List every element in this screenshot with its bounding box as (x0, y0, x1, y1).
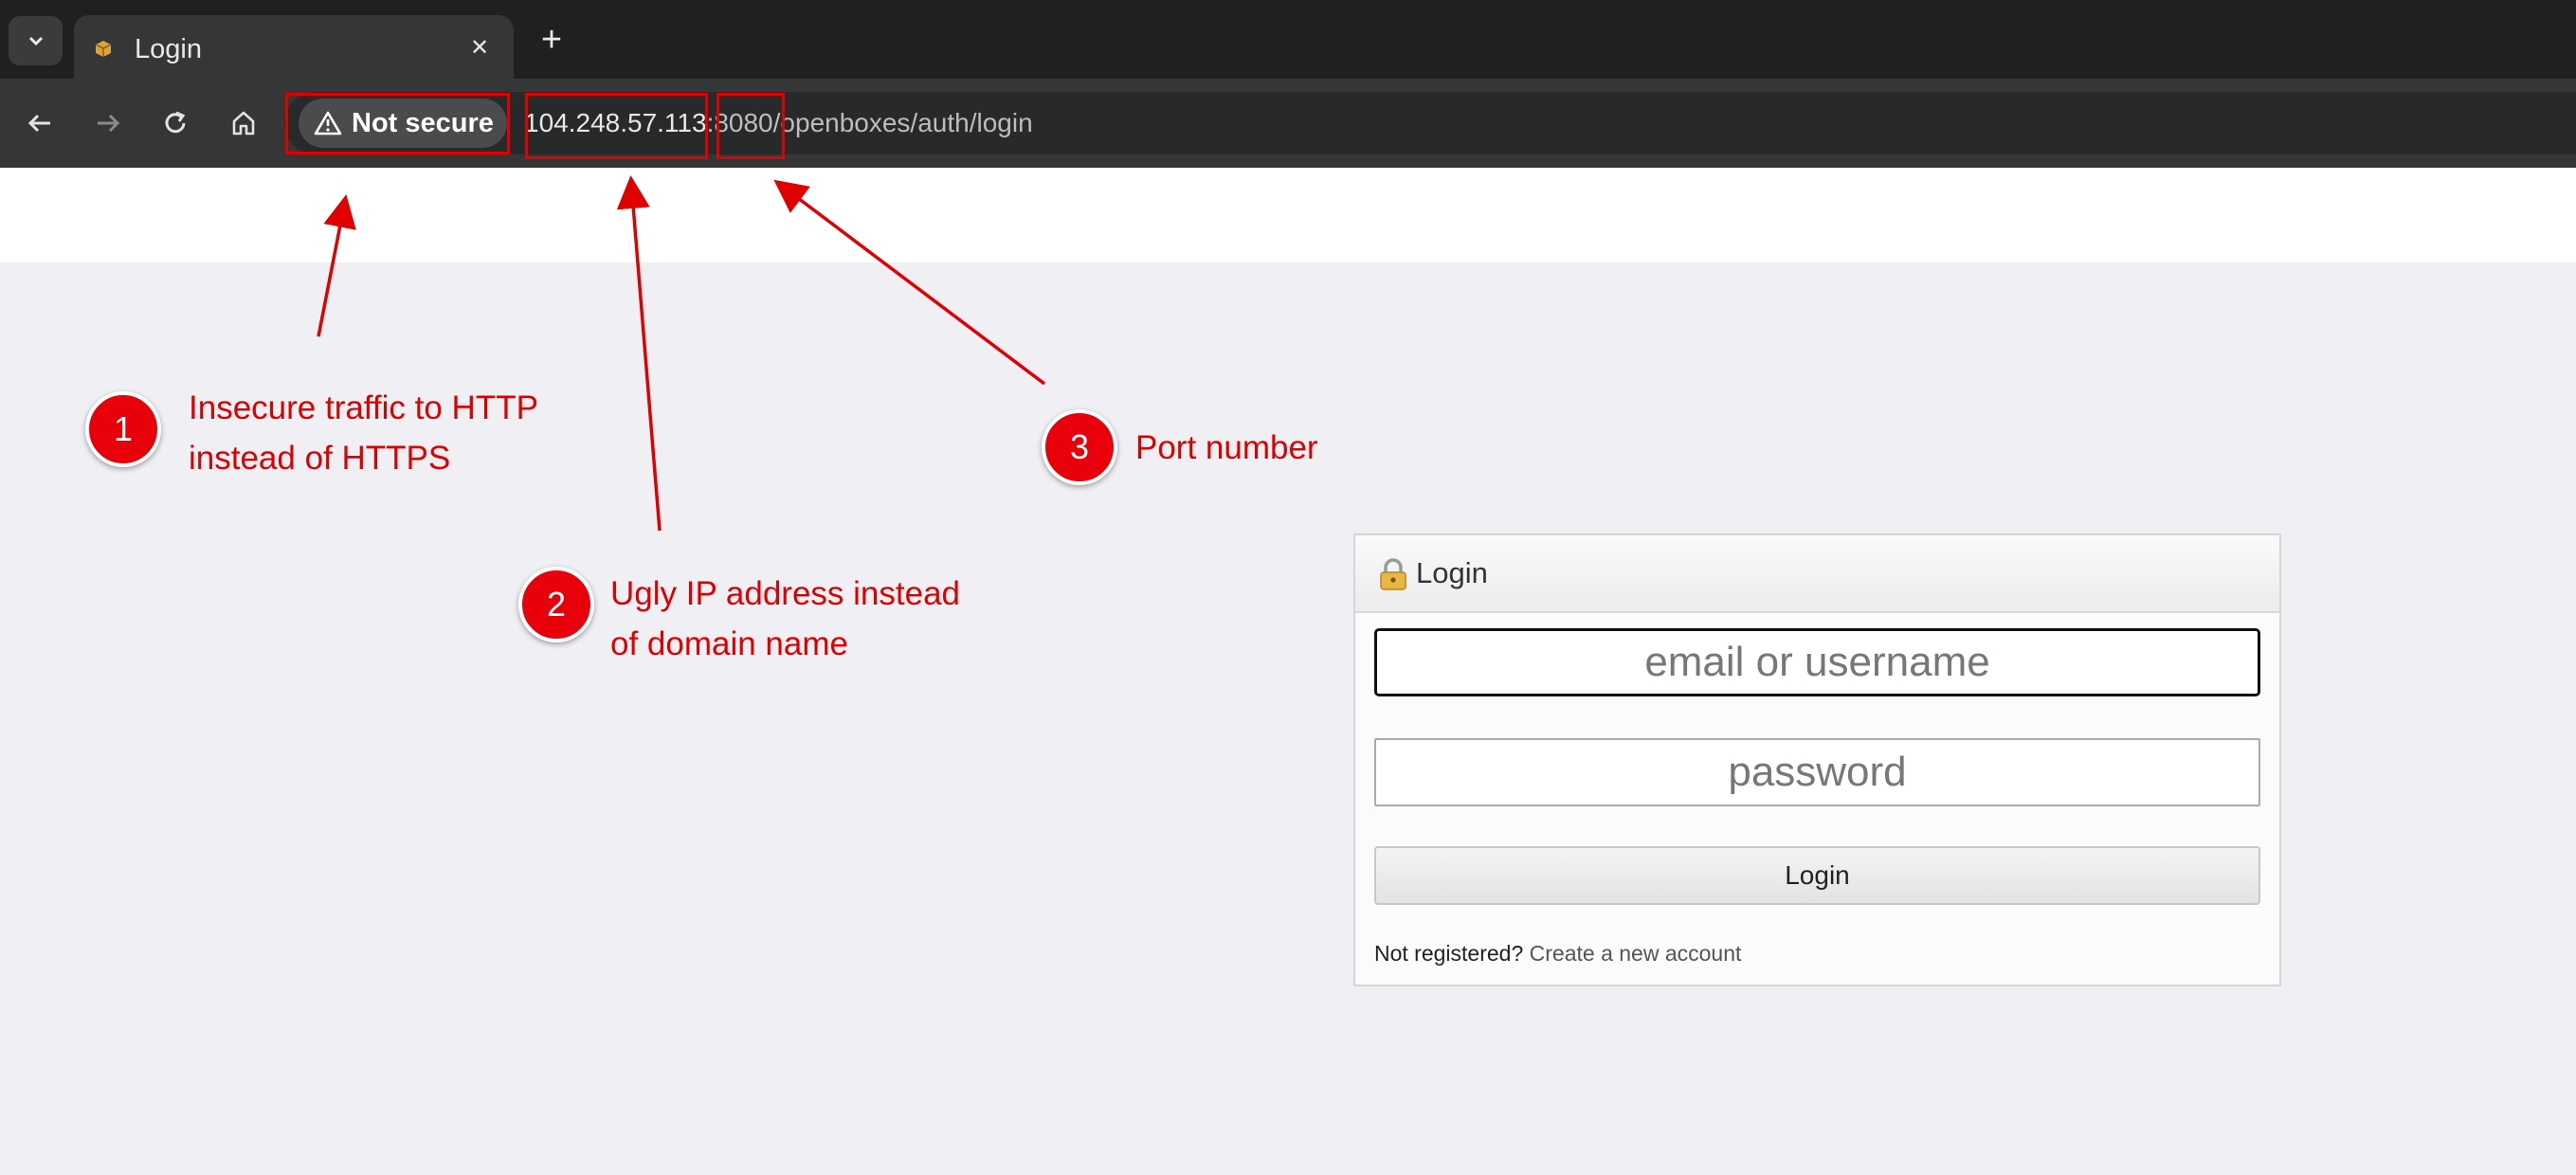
annotation-note-1-line-1: Insecure traffic to HTTP (189, 389, 538, 426)
arrow-2 (616, 175, 662, 532)
annotation-badge-1: 1 (85, 391, 161, 467)
annotation-note-1: Insecure traffic to HTTP instead of HTTP… (189, 383, 538, 483)
arrow-1 (317, 194, 356, 337)
annotation-note-3: Port number (1135, 423, 1318, 473)
annotation-note-3-line-1: Port number (1135, 429, 1318, 466)
annotation-badge-3: 3 (1042, 409, 1117, 485)
annotation-note-2-line-2: of domain name (610, 625, 848, 662)
annotation-note-2-line-1: Ugly IP address instead (610, 575, 961, 612)
annotation-arrows (317, 175, 1046, 532)
annotation-note-2: Ugly IP address instead of domain name (610, 569, 960, 669)
annotation-badge-2: 2 (518, 567, 594, 642)
arrow-3 (773, 179, 1046, 386)
annotation-note-1-line-2: instead of HTTPS (189, 440, 451, 477)
